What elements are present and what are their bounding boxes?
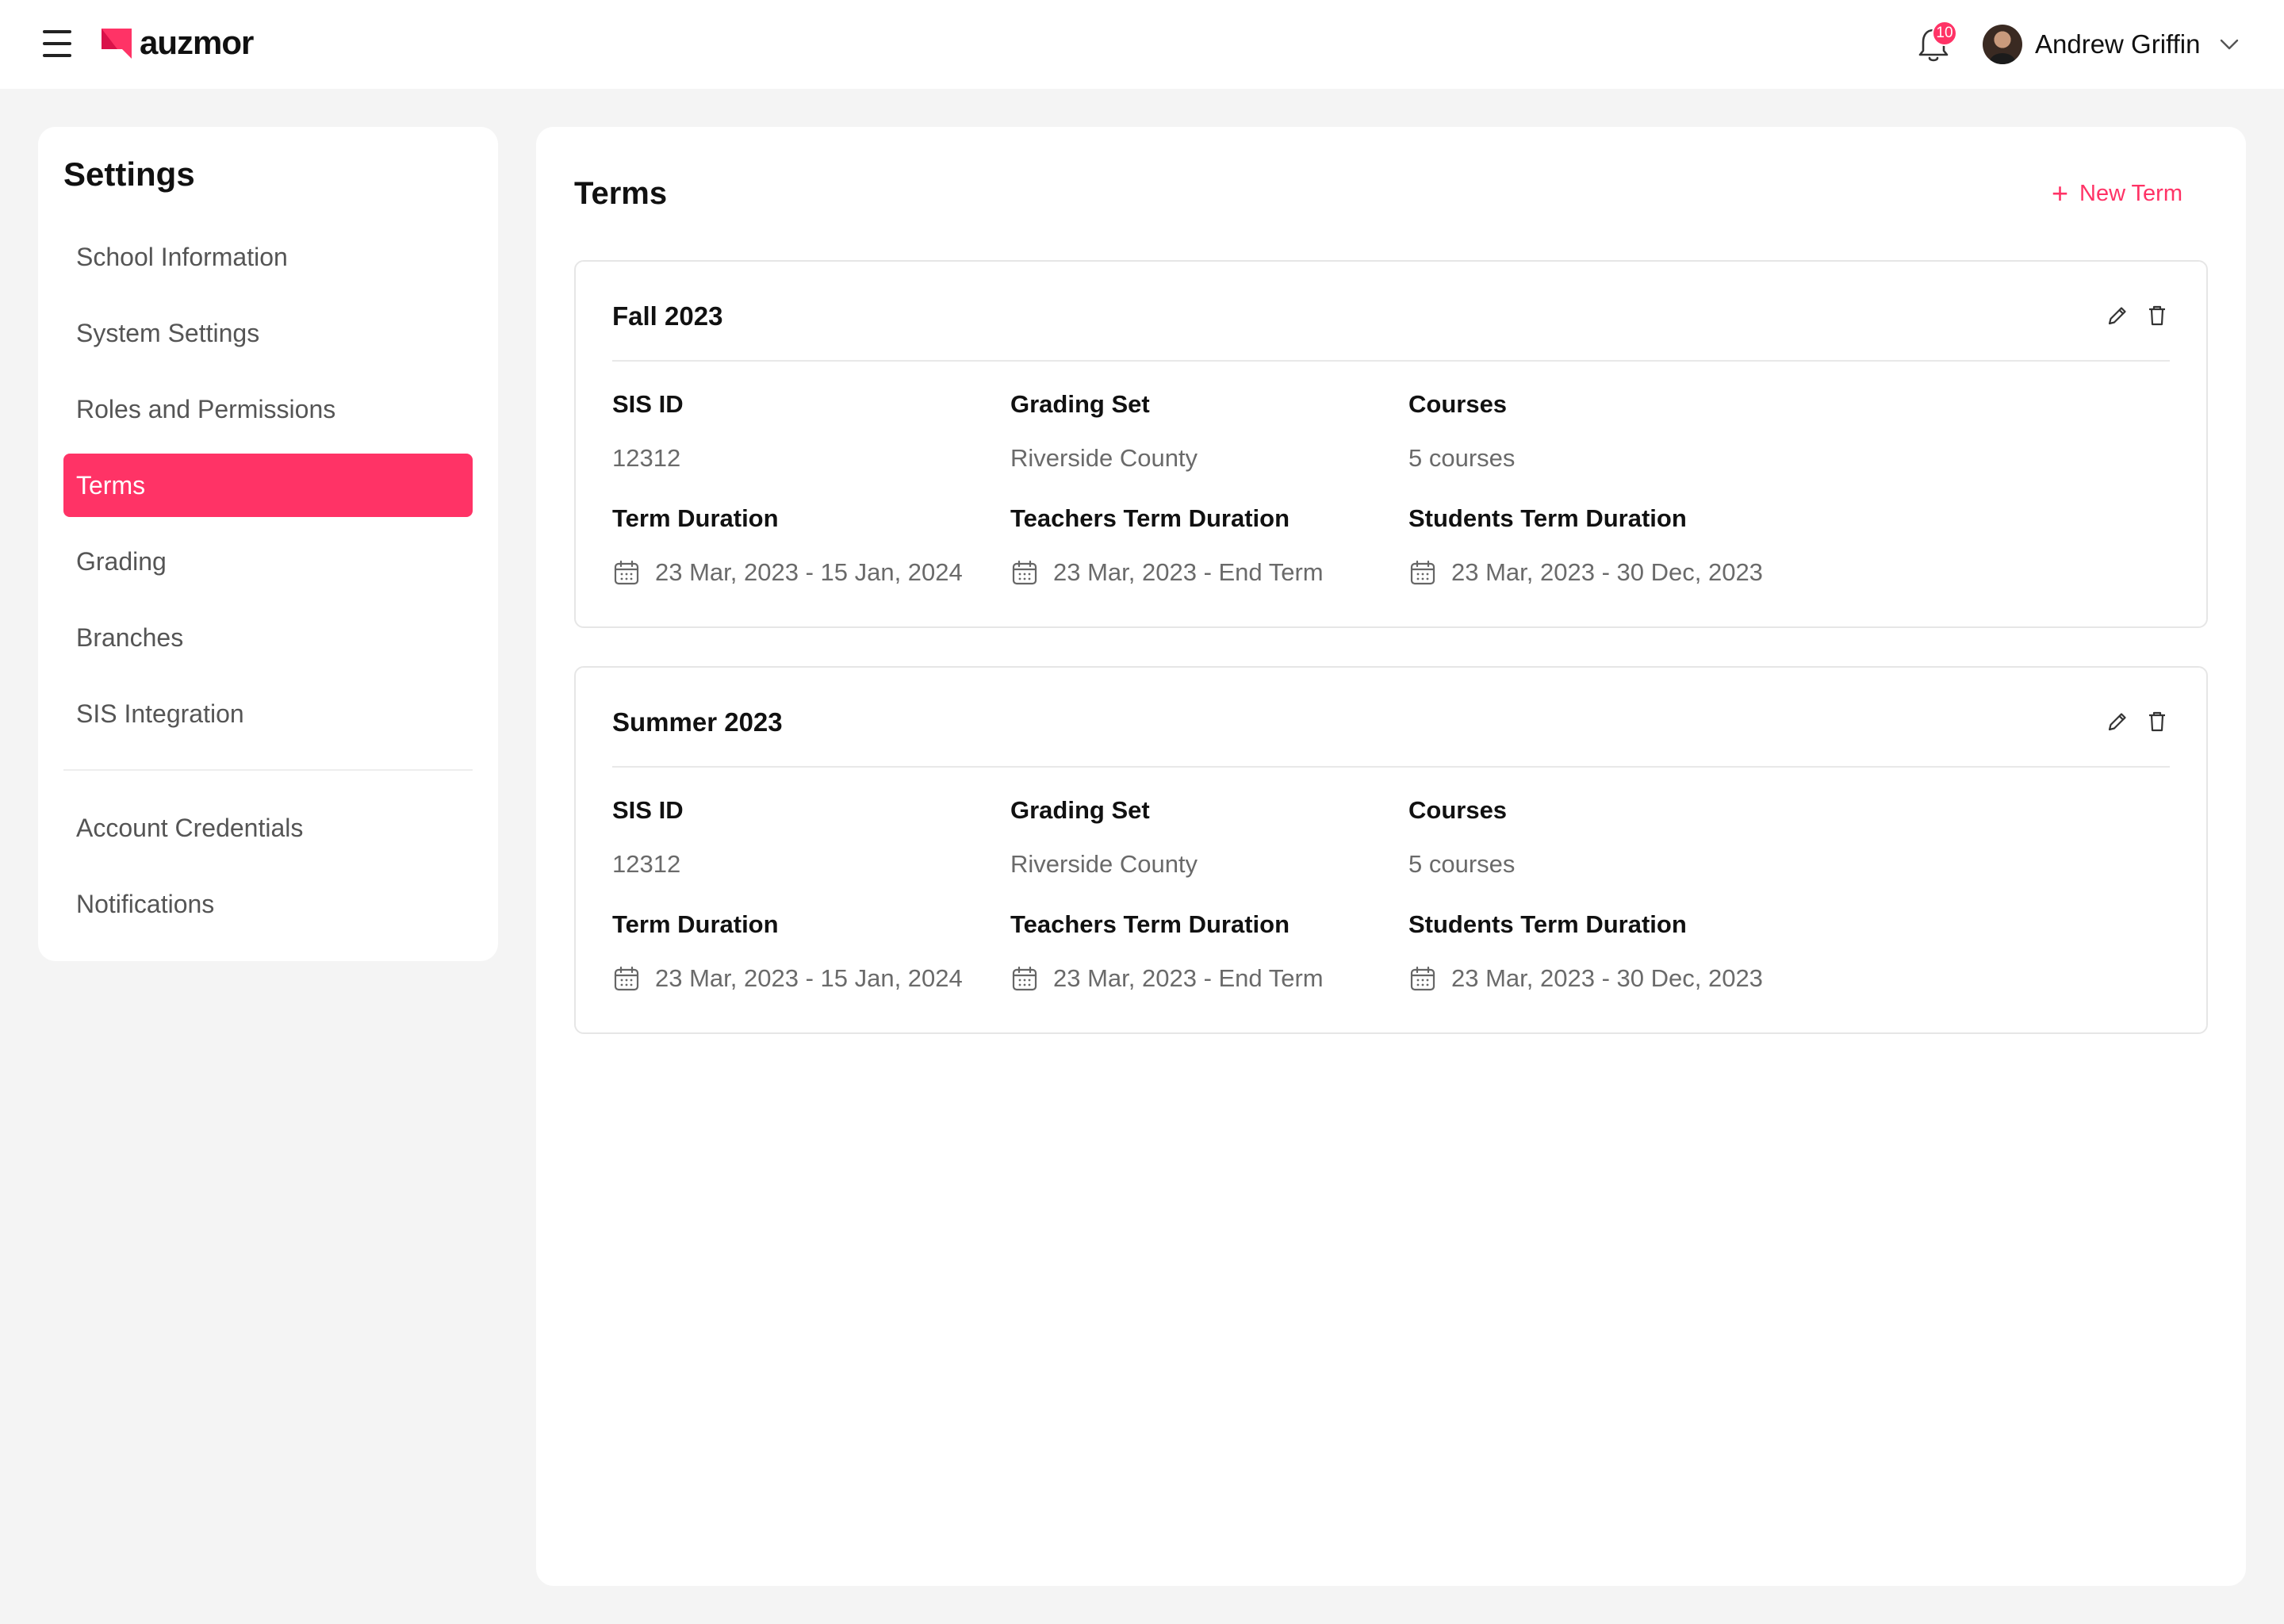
- students-duration-field: Students Term Duration 23 Mar, 2023 - 30…: [1408, 910, 1763, 993]
- calendar-icon: [1410, 560, 1435, 585]
- teachers-duration-value: 23 Mar, 2023 - End Term: [1053, 964, 1324, 992]
- new-term-button[interactable]: + New Term: [2052, 179, 2182, 208]
- avatar: [1983, 25, 2022, 64]
- card-divider: [612, 766, 2170, 768]
- teachers-duration-label: Teachers Term Duration: [1010, 504, 1290, 532]
- students-duration-value: 23 Mar, 2023 - 30 Dec, 2023: [1451, 558, 1763, 586]
- calendar-icon: [1012, 966, 1037, 991]
- term-duration-label: Term Duration: [612, 504, 779, 532]
- edit-pencil-icon[interactable]: [2105, 303, 2130, 328]
- sidebar-item-sis-integration[interactable]: SIS Integration: [63, 682, 473, 745]
- sis-id-value: 12312: [612, 444, 681, 472]
- sis-id-label: SIS ID: [612, 796, 684, 824]
- sis-id-value: 12312: [612, 850, 681, 878]
- grading-set-value: Riverside County: [1010, 850, 1198, 878]
- courses-value: 5 courses: [1408, 444, 1516, 472]
- user-name: Andrew Griffin: [2035, 29, 2201, 59]
- students-duration-row: 23 Mar, 2023 - 30 Dec, 2023: [1408, 558, 1763, 587]
- teachers-duration-label: Teachers Term Duration: [1010, 910, 1290, 938]
- students-duration-label: Students Term Duration: [1408, 910, 1687, 938]
- user-menu[interactable]: Andrew Griffin: [1983, 24, 2240, 65]
- teachers-duration-value: 23 Mar, 2023 - End Term: [1053, 558, 1324, 586]
- sidebar-item-system-settings[interactable]: System Settings: [63, 301, 473, 365]
- logo-text: auzmor: [140, 24, 254, 61]
- grading-set-label: Grading Set: [1010, 390, 1150, 418]
- calendar-icon: [614, 560, 639, 585]
- students-duration-value: 23 Mar, 2023 - 30 Dec, 2023: [1451, 964, 1763, 992]
- grading-set-field: Grading Set Riverside County: [1010, 796, 1198, 879]
- delete-trash-icon[interactable]: [2144, 709, 2170, 734]
- sidebar-title: Settings: [63, 155, 195, 193]
- sidebar-item-account-credentials[interactable]: Account Credentials: [63, 796, 473, 860]
- students-duration-row: 23 Mar, 2023 - 30 Dec, 2023: [1408, 964, 1763, 993]
- teachers-duration-row: 23 Mar, 2023 - End Term: [1010, 964, 1324, 993]
- courses-value: 5 courses: [1408, 850, 1516, 878]
- chevron-down-icon: [2221, 39, 2239, 50]
- page-title: Terms: [574, 176, 668, 211]
- students-duration-label: Students Term Duration: [1408, 504, 1687, 532]
- term-duration-row: 23 Mar, 2023 - 15 Jan, 2024: [612, 558, 963, 587]
- calendar-icon: [614, 966, 639, 991]
- sis-id-label: SIS ID: [612, 390, 684, 418]
- card-actions: [2105, 709, 2170, 734]
- sidebar-item-terms[interactable]: Terms: [63, 454, 473, 517]
- teachers-duration-field: Teachers Term Duration 23 Mar, 2023 - En…: [1010, 504, 1324, 587]
- term-duration-value: 23 Mar, 2023 - 15 Jan, 2024: [655, 964, 963, 992]
- term-duration-field: Term Duration 23 Mar, 2023 - 15 Jan, 202…: [612, 504, 963, 587]
- calendar-icon: [1012, 560, 1037, 585]
- term-name: Fall 2023: [612, 301, 723, 331]
- notification-count-badge: 10: [1932, 21, 1957, 46]
- card-actions: [2105, 303, 2170, 328]
- calendar-icon: [1410, 966, 1435, 991]
- term-duration-field: Term Duration 23 Mar, 2023 - 15 Jan, 202…: [612, 910, 963, 993]
- settings-sidebar: Settings School Information System Setti…: [38, 127, 498, 961]
- sis-id-field: SIS ID 12312: [612, 796, 684, 879]
- courses-label: Courses: [1408, 390, 1508, 418]
- plus-icon: +: [2051, 177, 2068, 209]
- card-divider: [612, 360, 2170, 362]
- sidebar-item-roles-and-permissions[interactable]: Roles and Permissions: [63, 377, 473, 441]
- sidebar-divider: [63, 769, 473, 771]
- courses-field: Courses 5 courses: [1408, 390, 1515, 473]
- students-duration-field: Students Term Duration 23 Mar, 2023 - 30…: [1408, 504, 1763, 587]
- term-duration-value: 23 Mar, 2023 - 15 Jan, 2024: [655, 558, 963, 586]
- grading-set-value: Riverside County: [1010, 444, 1198, 472]
- sidebar-item-branches[interactable]: Branches: [63, 606, 473, 669]
- term-duration-label: Term Duration: [612, 910, 779, 938]
- delete-trash-icon[interactable]: [2144, 303, 2170, 328]
- sis-id-field: SIS ID 12312: [612, 390, 684, 473]
- logo-mark-icon: [102, 29, 132, 59]
- term-duration-row: 23 Mar, 2023 - 15 Jan, 2024: [612, 964, 963, 993]
- sidebar-item-school-information[interactable]: School Information: [63, 225, 473, 289]
- term-card: Fall 2023 SIS ID 12312 Grading Set River…: [574, 260, 2208, 628]
- hamburger-menu-icon[interactable]: [43, 30, 71, 57]
- teachers-duration-row: 23 Mar, 2023 - End Term: [1010, 558, 1324, 587]
- edit-pencil-icon[interactable]: [2105, 709, 2130, 734]
- teachers-duration-field: Teachers Term Duration 23 Mar, 2023 - En…: [1010, 910, 1324, 993]
- courses-field: Courses 5 courses: [1408, 796, 1515, 879]
- grading-set-label: Grading Set: [1010, 796, 1150, 824]
- courses-label: Courses: [1408, 796, 1508, 824]
- grading-set-field: Grading Set Riverside County: [1010, 390, 1198, 473]
- new-term-label: New Term: [2079, 180, 2182, 206]
- top-header: auzmor 10 Andrew Griffin: [0, 0, 2284, 89]
- terms-panel: Terms + New Term Fall 2023 SIS ID 12312 …: [536, 127, 2246, 1586]
- term-name: Summer 2023: [612, 707, 783, 737]
- term-card: Summer 2023 SIS ID 12312 Grading Set Riv…: [574, 666, 2208, 1034]
- sidebar-item-grading[interactable]: Grading: [63, 530, 473, 593]
- sidebar-item-notifications[interactable]: Notifications: [63, 872, 473, 936]
- app-logo[interactable]: auzmor: [100, 24, 254, 62]
